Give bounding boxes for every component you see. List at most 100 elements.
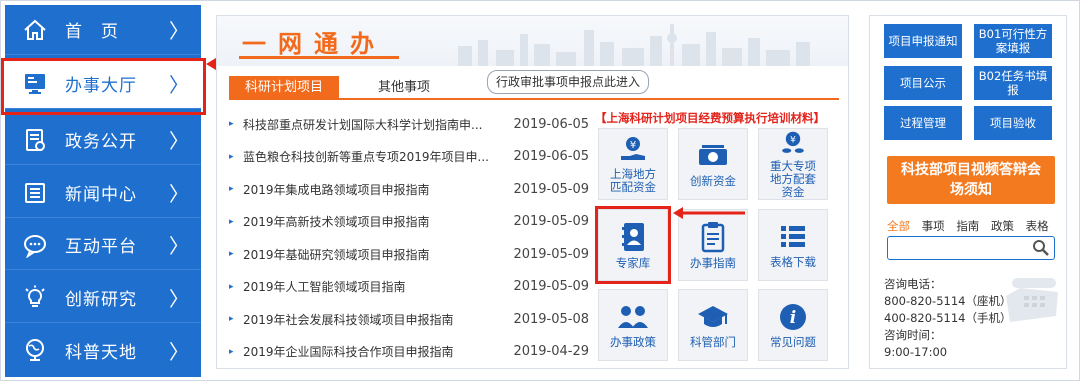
service-label: 上海地方匹配资金	[610, 167, 656, 194]
search-tab-forms[interactable]: 表格	[1026, 219, 1049, 233]
people-icon	[618, 305, 648, 328]
service-tile-local-matching-funds[interactable]: ¥ 上海地方匹配资金	[598, 128, 668, 200]
nav-label: 首 页	[65, 22, 119, 42]
service-tile-form-download[interactable]: 表格下载	[758, 209, 828, 281]
search-tab-policies[interactable]: 政策	[991, 219, 1014, 233]
project-application-notice-button[interactable]: 项目申报通知	[884, 24, 962, 58]
video-defense-notice-button[interactable]: 科技部项目视频答辩会场须知	[887, 156, 1055, 204]
project-list: ▸ 科技部重点研发计划国际大科学计划指南申... 2019-06-05 ▸ 蓝色粮仓科…	[229, 108, 589, 368]
search-tab-all[interactable]: 全部	[887, 219, 910, 233]
nav-label: 互动平台	[65, 237, 137, 257]
search-box	[887, 236, 1055, 260]
nav-label: 创新研究	[65, 290, 137, 310]
document-icon	[5, 127, 65, 153]
tab-other-items[interactable]: 其他事项	[349, 76, 459, 100]
bullet-icon: ▸	[229, 119, 234, 130]
project-publicity-button[interactable]: 项目公示	[884, 66, 962, 100]
nav-label: 科普天地	[65, 342, 137, 363]
search-tab-guides[interactable]: 指南	[956, 219, 979, 233]
list-item-date: 2019-05-09	[513, 246, 589, 262]
service-tile-faq[interactable]: i 常见问题	[758, 289, 828, 361]
list-icon	[781, 225, 805, 247]
list-item[interactable]: ▸ 2019年高新技术领域项目申报指南 2019-05-09	[229, 206, 589, 239]
tab-research-projects[interactable]: 科研计划项目	[229, 76, 339, 100]
chevron-right-icon: 〉	[169, 19, 189, 43]
chevron-right-icon: 〉	[169, 73, 189, 97]
service-tile-innovation-funds[interactable]: 创新资金	[678, 128, 748, 200]
list-item-date: 2019-05-09	[513, 181, 589, 197]
svg-text:i: i	[790, 308, 796, 328]
training-notice-link[interactable]: 【上海科研计划项目经费预算执行培训材料】	[595, 110, 845, 126]
cash-icon	[699, 144, 727, 165]
list-item-date: 2019-06-05	[513, 116, 589, 132]
nav-label: 政务公开	[65, 132, 137, 152]
contact-book-icon	[622, 222, 644, 251]
bullet-icon: ▸	[229, 184, 234, 195]
chevron-right-icon: 〉	[169, 287, 189, 311]
search-icon[interactable]	[1032, 239, 1050, 257]
service-label: 创新资金	[690, 173, 736, 188]
list-item-date: 2019-04-29	[513, 344, 589, 360]
svg-text:¥: ¥	[630, 140, 636, 151]
home-icon	[5, 17, 65, 43]
service-tile-major-project-funds[interactable]: ¥ 重大专项地方配套资金	[758, 128, 828, 200]
list-item-title: 2019年高新技术领域项目申报指南	[243, 215, 430, 230]
service-tile-expert-database[interactable]: 专家库	[598, 209, 668, 281]
center-panel: 一网通办 科研计划项目 其他事项 行政审批事项申报点此进入 ▸ 科技部重点研发计…	[216, 15, 849, 369]
list-item-title: 2019年社会发展科技领域项目申报指南	[243, 312, 454, 327]
chevron-right-icon: 〉	[169, 182, 189, 206]
bulb-icon	[5, 285, 65, 311]
list-item-date: 2019-06-05	[513, 149, 589, 165]
svg-text:¥: ¥	[790, 136, 796, 146]
list-item[interactable]: ▸ 2019年企业国际科技合作项目申报指南 2019-04-29	[229, 336, 589, 369]
search-category-tabs: 全部 事项 指南 政策 表格	[887, 218, 1057, 234]
skyline-graphic	[458, 24, 810, 66]
nav-item-innovation[interactable]: 创新研究 〉	[5, 273, 201, 323]
landline-number: 800-820-5114（座机）	[884, 294, 1012, 308]
mobile-number: 400-820-5114（手机）	[884, 311, 1012, 325]
service-tile-policy[interactable]: 办事政策	[598, 289, 668, 361]
nav-item-home[interactable]: 首 页 〉	[5, 5, 201, 55]
bullet-icon: ▸	[229, 346, 234, 357]
bullet-icon: ▸	[229, 151, 234, 162]
project-acceptance-button[interactable]: 项目验收	[974, 106, 1052, 140]
arrow-left-icon	[673, 207, 745, 219]
left-nav: 首 页 〉 办事大厅 〉 政务公开 〉 新闻中心 〉 互动平台 〉 创新研究 〉…	[5, 5, 201, 377]
video-defense-label: 科技部项目视频答辩会场须知	[901, 162, 1041, 198]
hours-value: 9:00-17:00	[884, 345, 948, 359]
list-item[interactable]: ▸ 科技部重点研发计划国际大科学计划指南申... 2019-06-05	[229, 108, 589, 141]
graduation-cap-icon	[698, 305, 728, 327]
process-management-button[interactable]: 过程管理	[884, 106, 962, 140]
app-window: 首 页 〉 办事大厅 〉 政务公开 〉 新闻中心 〉 互动平台 〉 创新研究 〉…	[0, 0, 1080, 381]
tab-bar: 科研计划项目 其他事项 行政审批事项申报点此进入	[229, 70, 839, 100]
chevron-right-icon: 〉	[169, 129, 189, 153]
nav-item-interaction[interactable]: 互动平台 〉	[5, 220, 201, 270]
nav-label: 办事大厅	[65, 76, 137, 96]
b02-task-button[interactable]: B02任务书填报	[974, 66, 1052, 100]
chevron-right-icon: 〉	[169, 234, 189, 258]
nav-item-service-hall[interactable]: 办事大厅 〉	[5, 59, 201, 109]
search-input[interactable]	[892, 239, 1022, 257]
nav-item-gov-open[interactable]: 政务公开 〉	[5, 115, 201, 165]
service-tile-departments[interactable]: 科管部门	[678, 289, 748, 361]
coins-icon: ¥	[782, 131, 804, 153]
nav-item-science[interactable]: 科普天地 〉	[5, 325, 201, 375]
hours-label: 咨询时间：	[884, 328, 942, 342]
bullet-icon: ▸	[229, 216, 234, 227]
list-item-date: 2019-05-09	[513, 279, 589, 295]
b01-feasibility-button[interactable]: B01可行性方案填报	[974, 24, 1052, 58]
chevron-right-icon: 〉	[169, 339, 189, 364]
list-item-title: 2019年企业国际科技合作项目申报指南	[243, 345, 454, 360]
list-item[interactable]: ▸ 2019年社会发展科技领域项目申报指南 2019-05-08	[229, 303, 589, 336]
list-item[interactable]: ▸ 2019年人工智能领域项目指南 2019-05-09	[229, 271, 589, 304]
approval-entry-link[interactable]: 行政审批事项申报点此进入	[487, 70, 650, 94]
list-item[interactable]: ▸ 2019年基础研究领域项目申报指南 2019-05-09	[229, 238, 589, 271]
list-item-title: 2019年人工智能领域项目指南	[243, 280, 406, 295]
service-label: 常见问题	[770, 334, 816, 349]
list-item[interactable]: ▸ 蓝色粮仓科技创新等重点专项2019年项目申... 2019-06-05	[229, 141, 589, 174]
search-tab-items[interactable]: 事项	[922, 219, 945, 233]
nav-item-news[interactable]: 新闻中心 〉	[5, 168, 201, 218]
list-item-title: 科技部重点研发计划国际大科学计划指南申...	[243, 117, 483, 132]
bullet-icon: ▸	[229, 249, 234, 260]
list-item[interactable]: ▸ 2019年集成电路领域项目申报指南 2019-05-09	[229, 173, 589, 206]
